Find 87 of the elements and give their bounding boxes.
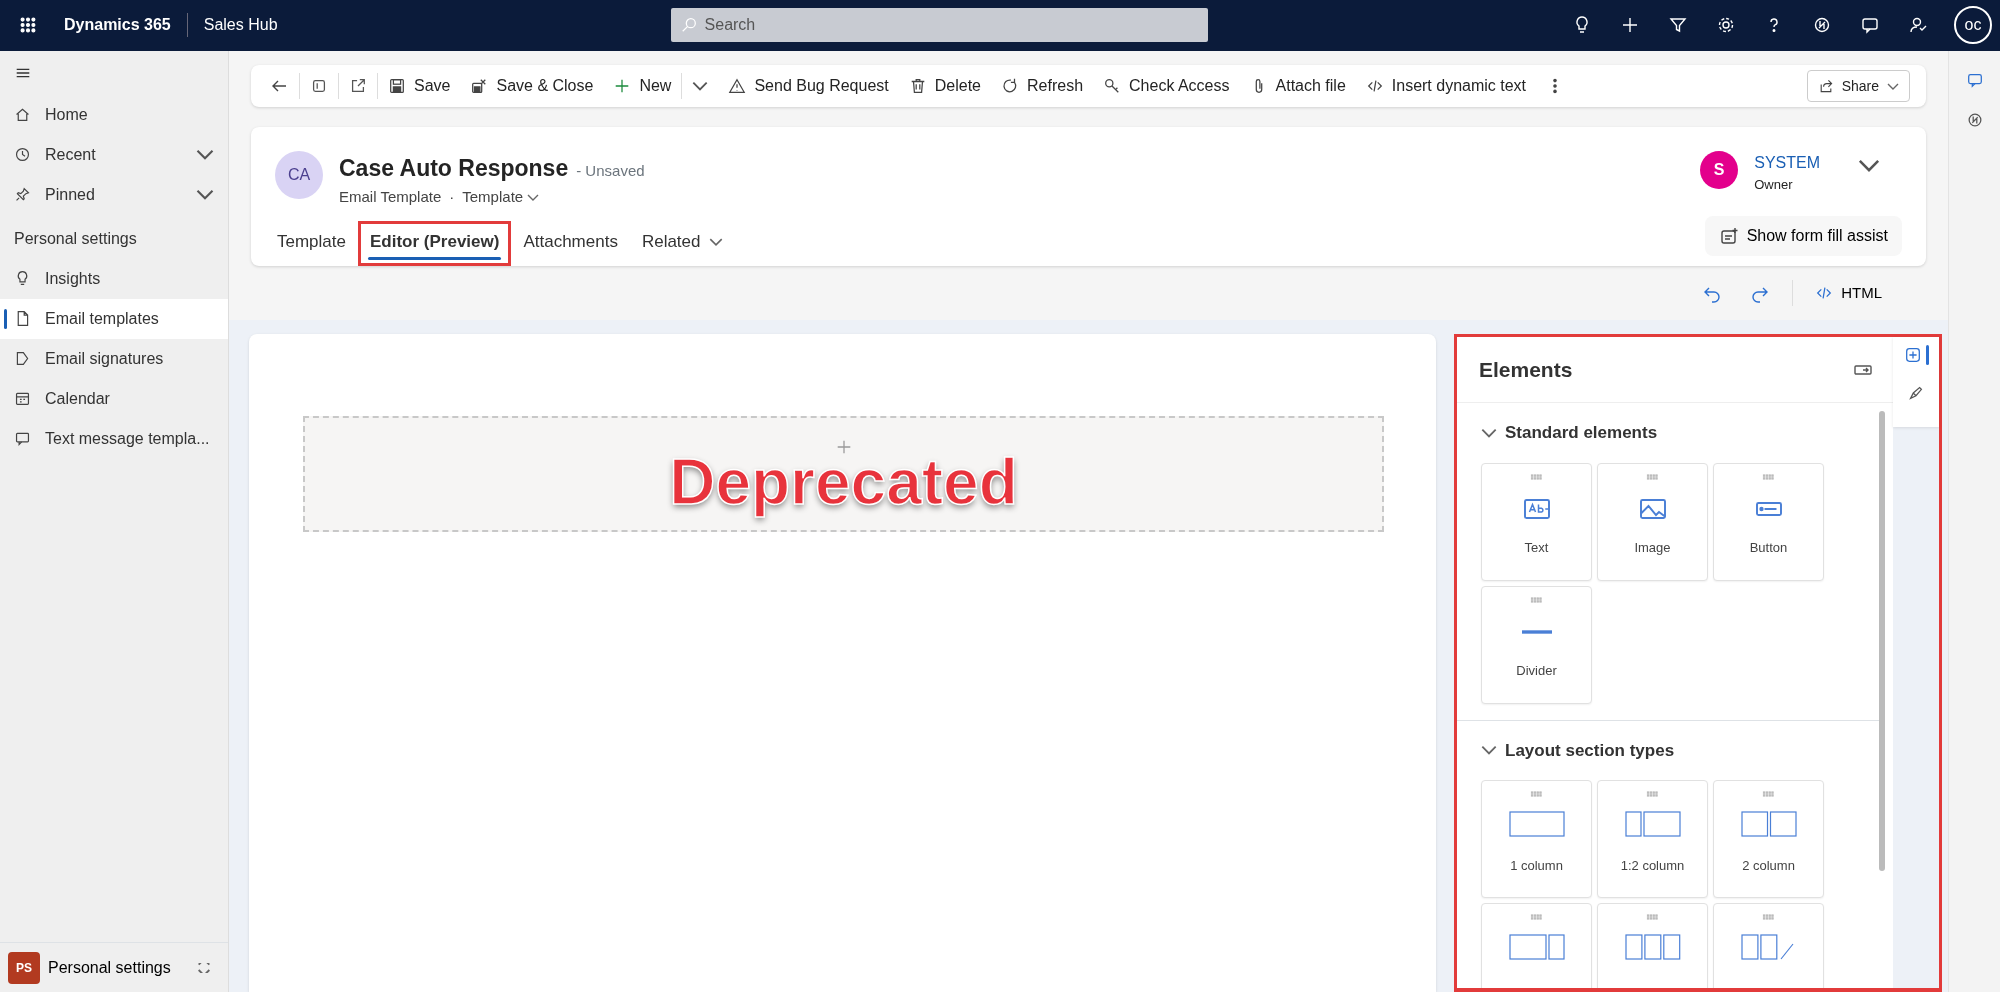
section-header[interactable]: Layout section types	[1457, 736, 1681, 765]
chevron-icon	[1887, 82, 1899, 90]
scrollbar[interactable]	[1879, 411, 1885, 872]
three-column-icon	[1622, 932, 1683, 963]
entity-name: Email Template	[339, 186, 442, 207]
element-tile[interactable]	[1713, 903, 1824, 988]
owner-label: Owner	[1754, 176, 1794, 195]
one-column-icon	[1506, 809, 1567, 840]
drag-handle-icon	[1645, 473, 1660, 480]
save-icon	[388, 77, 406, 96]
command-button[interactable]: Send Bug Request	[718, 68, 899, 105]
command-button[interactable]: Save & Close	[460, 68, 604, 105]
element-tile[interactable]	[1481, 903, 1592, 988]
drag-handle-icon	[1529, 596, 1544, 603]
element-tile[interactable]	[1597, 903, 1708, 988]
speech-bubble-icon	[14, 430, 31, 448]
one-two-column-icon	[1622, 809, 1683, 840]
element-tile[interactable]: 2 column	[1713, 780, 1824, 899]
element-tile[interactable]: 1 column	[1481, 780, 1592, 899]
area-name[interactable]: Sales Hub	[203, 13, 278, 38]
chevron-icon	[708, 237, 723, 246]
element-tile[interactable]: 1:2 column	[1597, 780, 1708, 899]
drag-handle-icon	[1761, 914, 1776, 921]
nav-item[interactable]: Email signatures	[0, 339, 228, 379]
tab[interactable]: Attachments	[513, 222, 628, 265]
section-header[interactable]: Standard elements	[1457, 419, 1664, 447]
user-avatar[interactable]: oc	[1954, 6, 1992, 45]
warning-icon	[728, 77, 747, 96]
add-icon[interactable]	[1903, 345, 1922, 364]
html-button[interactable]: HTML	[1809, 280, 1888, 306]
search-field[interactable]: Search	[670, 8, 1208, 43]
save-status: - Unsaved	[576, 161, 645, 182]
command-button[interactable]: Attach file	[1239, 68, 1356, 105]
element-tile[interactable]: Image	[1597, 462, 1708, 581]
form-fill-assist-button[interactable]: Show form fill assist	[1704, 216, 1902, 257]
tab[interactable]: Editor (Preview)	[360, 222, 510, 265]
command-button[interactable]: New	[603, 68, 682, 105]
owner-avatar: S	[1700, 151, 1739, 190]
tab[interactable]: Template	[267, 222, 356, 265]
grid-icon	[19, 16, 37, 35]
two-one-column-icon	[1506, 932, 1567, 963]
element-tile[interactable]: Button	[1713, 462, 1824, 581]
element-tile[interactable]: Divider	[1481, 585, 1592, 704]
signature-icon	[14, 350, 31, 368]
drag-handle-icon	[1761, 791, 1776, 798]
save-close-icon	[470, 77, 489, 96]
record-avatar: CA	[275, 151, 323, 200]
command-button[interactable]: Insert dynamic text	[1355, 68, 1537, 105]
chevron-icon	[527, 193, 540, 201]
share-button[interactable]: Share	[1806, 70, 1910, 103]
drag-handle-icon	[1645, 914, 1660, 921]
chat-icon[interactable]	[1860, 15, 1880, 36]
form-selector[interactable]: Template	[462, 185, 540, 209]
nav-item[interactable]: Recent	[0, 135, 228, 175]
area-avatar: PS	[8, 951, 40, 984]
nav-item[interactable]: Calendar	[0, 379, 228, 419]
drag-handle-icon	[1529, 914, 1544, 921]
command-button[interactable]: Refresh	[991, 68, 1094, 105]
command-button[interactable]: Save	[378, 68, 461, 105]
app-title[interactable]: Dynamics 365	[64, 13, 171, 38]
drag-handle-icon	[1529, 791, 1544, 798]
form-assist-icon	[1718, 226, 1739, 247]
record-title: Case Auto Response	[339, 154, 569, 184]
tab[interactable]: Related	[631, 222, 733, 265]
command-button[interactable]: Delete	[898, 68, 991, 105]
nav-item[interactable]: Insights	[0, 259, 228, 299]
drag-handle-icon	[1761, 473, 1776, 480]
element-tile[interactable]: Text	[1481, 462, 1592, 581]
area-switcher[interactable]: PS Personal settings	[0, 942, 228, 992]
chevron-icon[interactable]	[692, 81, 709, 92]
section-heading: Personal settings	[13, 229, 138, 249]
drag-handle-icon	[1529, 473, 1544, 480]
divider-icon	[1521, 629, 1552, 634]
chevron-icon[interactable]	[1858, 158, 1880, 172]
clock-icon	[14, 146, 31, 164]
nav-item[interactable]: Text message templa...	[0, 419, 228, 459]
nav-item[interactable]: Home	[0, 95, 228, 135]
home-icon	[14, 106, 31, 124]
two-column-icon	[1738, 809, 1799, 840]
owner-name[interactable]: SYSTEM	[1754, 151, 1820, 176]
calendar-icon	[14, 390, 31, 408]
drag-handle-icon	[1645, 791, 1660, 798]
separator-dot: ·	[449, 186, 455, 207]
command-button[interactable]: Check Access	[1093, 68, 1240, 105]
nav-item[interactable]: Email templates	[0, 299, 228, 339]
nav-item[interactable]: Pinned	[0, 175, 228, 215]
panel-title: Elements	[1479, 356, 1573, 383]
